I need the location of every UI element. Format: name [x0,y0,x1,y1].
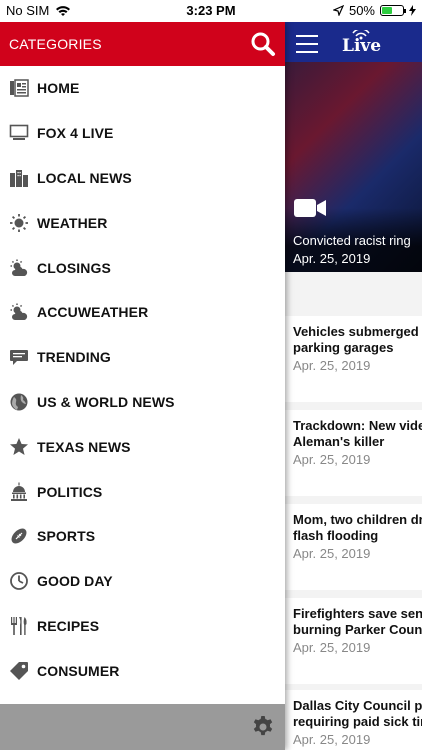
category-item-trending[interactable]: TRENDING [0,335,285,380]
tv-icon [9,123,29,143]
story-date: Apr. 25, 2019 [293,452,371,467]
star-icon [9,437,29,457]
live-logo-text: Live [342,36,382,56]
location-arrow-icon [332,5,344,16]
story-item[interactable]: Trackdown: New vide Aleman's killer Apr.… [285,410,422,496]
category-label: SPORTS [37,528,96,545]
football-icon [9,526,29,546]
category-label: FOX 4 LIVE [37,125,114,142]
charging-bolt-icon [409,5,416,16]
battery-icon [380,5,406,16]
category-item-home[interactable]: HOME [0,66,285,111]
hero-date: Apr. 25, 2019 [293,251,371,266]
category-item-weather[interactable]: WEATHER [0,200,285,245]
search-icon[interactable] [250,31,276,57]
story-date: Apr. 25, 2019 [293,640,371,655]
category-label: ACCUWEATHER [37,304,149,321]
category-label: TRENDING [37,349,111,366]
story-item[interactable]: Firefighters save seni burning Parker Co… [285,598,422,684]
category-item-texas-news[interactable]: TEXAS NEWS [0,424,285,469]
cloudy-sun-icon [9,258,29,278]
story-date: Apr. 25, 2019 [293,732,371,747]
story-item[interactable]: Mom, two children dr flash flooding Apr.… [285,504,422,590]
capitol-icon [9,482,29,502]
battery-level [382,7,392,14]
categories-drawer: CATEGORIES HOME FOX 4 LIVE LOCAL NEWS WE… [0,22,285,750]
drawer-title: CATEGORIES [9,36,102,52]
category-item-local-news[interactable]: LOCAL NEWS [0,156,285,201]
gear-icon[interactable] [251,715,275,739]
drawer-footer [0,704,285,750]
category-item-good-day[interactable]: GOOD DAY [0,559,285,604]
story-title: flash flooding [293,528,379,543]
story-title: Dallas City Council pa [293,698,422,713]
category-label: WEATHER [37,214,108,231]
story-item[interactable]: Vehicles submerged i parking garages Apr… [285,316,422,402]
story-title: requiring paid sick tir [293,714,422,729]
status-bar: No SIM 3:23 PM 50% [0,0,422,22]
category-label: CLOSINGS [37,259,111,276]
status-right: 50% [332,3,416,18]
category-label: LOCAL NEWS [37,169,132,186]
story-title: parking garages [293,340,394,355]
globe-icon [9,392,29,412]
tag-icon [9,661,29,681]
category-item-fox4-live[interactable]: FOX 4 LIVE [0,111,285,156]
sun-icon [9,213,29,233]
category-list: HOME FOX 4 LIVE LOCAL NEWS WEATHER CLOSI… [0,66,285,693]
newspaper-icon [9,78,29,98]
category-item-accuweather[interactable]: ACCUWEATHER [0,290,285,335]
story-date: Apr. 25, 2019 [293,358,371,373]
story-title: Vehicles submerged i [293,324,422,339]
battery-percent: 50% [348,3,375,18]
category-label: RECIPES [37,617,100,634]
story-item[interactable]: Dallas City Council pa requiring paid si… [285,690,422,750]
story-date: Apr. 25, 2019 [293,546,371,561]
story-title: burning Parker Count [293,622,422,637]
clock-icon [9,571,29,591]
story-title: Aleman's killer [293,434,385,449]
hamburger-menu-icon[interactable] [296,35,318,53]
category-label: US & WORLD NEWS [37,393,175,410]
video-camera-icon [294,199,326,217]
category-item-sports[interactable]: SPORTS [0,514,285,559]
hero-title: Convicted racist ring [293,233,411,248]
category-label: POLITICS [37,483,103,500]
utensils-icon [9,616,29,636]
story-title: Mom, two children dr [293,512,422,527]
drawer-header: CATEGORIES [0,22,285,66]
city-icon [9,168,29,188]
chat-bubble-icon [9,347,29,367]
category-label: TEXAS NEWS [37,438,131,455]
category-label: CONSUMER [37,662,120,679]
category-label: GOOD DAY [37,573,113,590]
hero-story[interactable]: Convicted racist ring Apr. 25, 2019 [285,62,422,272]
category-item-consumer[interactable]: CONSUMER [0,648,285,693]
category-item-recipes[interactable]: RECIPES [0,604,285,649]
story-title: Firefighters save seni [293,606,422,621]
category-item-closings[interactable]: CLOSINGS [0,245,285,290]
category-item-us-world-news[interactable]: US & WORLD NEWS [0,380,285,425]
category-item-politics[interactable]: POLITICS [0,469,285,514]
cloudy-sun-icon [9,302,29,322]
story-title: Trackdown: New vide [293,418,422,433]
category-label: HOME [37,80,80,97]
